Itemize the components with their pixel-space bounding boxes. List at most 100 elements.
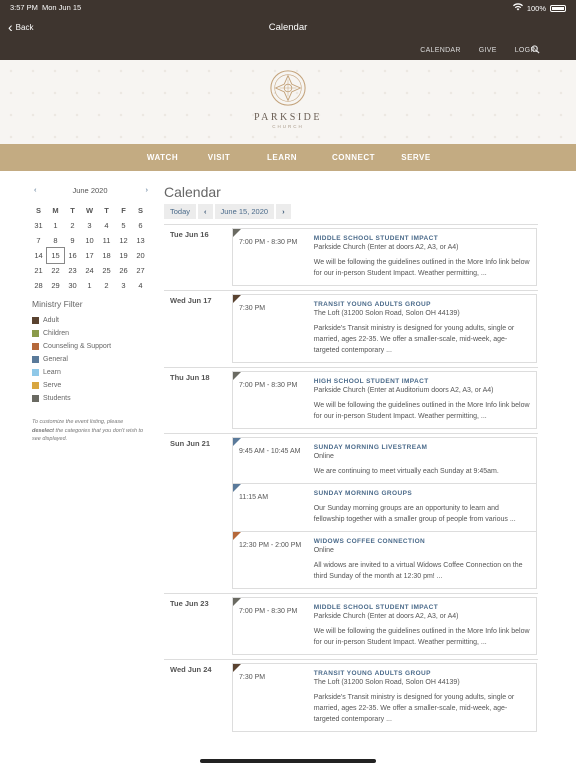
mini-calendar-day[interactable]: 5 (115, 218, 132, 233)
nav-serve[interactable]: SERVE (389, 144, 444, 171)
event-name[interactable]: MIDDLE SCHOOL STUDENT IMPACT (314, 235, 530, 242)
mini-calendar-day[interactable]: 18 (98, 248, 115, 263)
weekday-header: S (137, 206, 143, 215)
event-card[interactable]: 7:00 PM - 8:30 PM MIDDLE SCHOOL STUDENT I… (232, 597, 537, 655)
filter-item-label: Serve (43, 382, 62, 389)
event-name[interactable]: TRANSIT YOUNG ADULTS GROUP (314, 670, 530, 677)
status-date: Mon Jun 15 (42, 3, 82, 12)
event-name[interactable]: SUNDAY MORNING LIVESTREAM (314, 444, 530, 451)
prev-date-button[interactable]: ‹ (198, 204, 213, 219)
mini-calendar-day[interactable]: 7 (30, 233, 47, 248)
event-info: TRANSIT YOUNG ADULTS GROUP The Loft (3120… (314, 670, 530, 725)
mini-calendar-day[interactable]: 13 (132, 233, 149, 248)
event-card[interactable]: 11:15 AM SUNDAY MORNING GROUPS Our Sunday … (232, 484, 537, 532)
filter-item[interactable]: Adult (32, 314, 111, 327)
mini-calendar-day[interactable]: 11 (98, 233, 115, 248)
nav-visit[interactable]: VISIT (193, 144, 246, 171)
mini-calendar-day[interactable]: 24 (81, 263, 98, 278)
weekday-header: T (70, 206, 75, 215)
site-utility-bar: CALENDAR GIVE LOGIN (0, 40, 576, 60)
day-group: Wed Jun 24 7:30 PM TRANSIT YOUNG ADULTS GR… (164, 659, 538, 732)
event-name[interactable]: TRANSIT YOUNG ADULTS GROUP (314, 301, 530, 308)
filter-item[interactable]: General (32, 353, 111, 366)
mini-calendar-day[interactable]: 23 (64, 263, 81, 278)
mini-calendar-day[interactable]: 2 (64, 218, 81, 233)
mini-calendar-day[interactable]: 21 (30, 263, 47, 278)
day-label: Wed Jun 24 (170, 665, 212, 674)
category-swatch (32, 395, 39, 402)
event-location: The Loft (31200 Solon Road, Solon OH 441… (313, 679, 460, 686)
day-group: Thu Jun 18 7:00 PM - 8:30 PM HIGH SCHOOL S… (164, 367, 538, 429)
church-logo-icon[interactable] (269, 69, 307, 107)
mini-calendar-day[interactable]: 10 (81, 233, 98, 248)
mini-calendar-day[interactable]: 20 (132, 248, 149, 263)
mini-calendar-day[interactable]: 22 (47, 263, 64, 278)
event-card[interactable]: 7:30 PM TRANSIT YOUNG ADULTS GROUP The Lof… (232, 294, 537, 363)
mini-calendar-day[interactable]: 28 (30, 278, 47, 293)
weekday-header: M (52, 206, 59, 215)
site-header: PARKSIDE CHURCH (0, 60, 576, 144)
mini-calendar-header: ‹ June 2020 › (30, 185, 150, 199)
event-name[interactable]: MIDDLE SCHOOL STUDENT IMPACT (314, 604, 530, 611)
event-time: 7:00 PM - 8:30 PM (239, 239, 298, 246)
mini-calendar-day[interactable]: 4 (132, 278, 149, 293)
filter-item[interactable]: Learn (32, 366, 111, 379)
mini-calendar-day[interactable]: 31 (30, 218, 47, 233)
mini-calendar-day[interactable]: 29 (47, 278, 64, 293)
link-calendar[interactable]: CALENDAR (420, 47, 461, 54)
mini-calendar-day[interactable]: 8 (47, 233, 64, 248)
mini-calendar-day[interactable]: 3 (81, 218, 98, 233)
date-picker-button[interactable]: June 15, 2020 (214, 204, 275, 219)
filter-item[interactable]: Students (32, 392, 111, 405)
event-card[interactable]: 9:45 AM - 10:45 AM SUNDAY MORNING LIVESTR… (232, 437, 537, 484)
nav-learn[interactable]: LEARN (246, 144, 319, 171)
mini-calendar-day[interactable]: 17 (81, 248, 98, 263)
nav-watch[interactable]: WATCH (133, 144, 193, 171)
nav-connect[interactable]: CONNECT (319, 144, 389, 171)
event-card[interactable]: 7:00 PM - 8:30 PM HIGH SCHOOL STUDENT IMP… (232, 371, 537, 429)
filter-item[interactable]: Children (32, 327, 111, 340)
mini-calendar-day[interactable]: 16 (64, 248, 81, 263)
event-info: MIDDLE SCHOOL STUDENT IMPACT Parkside Chu… (314, 604, 530, 648)
weekday-header: T (104, 206, 109, 215)
filter-item[interactable]: Counseling & Support (32, 340, 111, 353)
link-give[interactable]: GIVE (479, 47, 497, 54)
event-time: 9:45 AM - 10:45 AM (239, 448, 301, 455)
event-name[interactable]: HIGH SCHOOL STUDENT IMPACT (314, 378, 530, 385)
mini-calendar-day[interactable]: 4 (98, 218, 115, 233)
event-description: We are continuing to meet virtually each… (313, 468, 499, 475)
event-card[interactable]: 12:30 PM - 2:00 PM WIDOWS COFFEE CONNECTI… (232, 532, 537, 589)
mini-calendar-day-selected[interactable]: 15 (46, 247, 65, 264)
mini-calendar-day[interactable]: 1 (81, 278, 98, 293)
category-corner (233, 438, 241, 446)
event-location: Parkside Church (Enter at doors A2, A3, … (313, 244, 459, 251)
event-time: 7:00 PM - 8:30 PM (239, 608, 298, 615)
category-corner (233, 229, 241, 237)
mini-calendar-day[interactable]: 9 (64, 233, 81, 248)
mini-calendar-day[interactable]: 6 (132, 218, 149, 233)
mini-calendar-day[interactable]: 30 (64, 278, 81, 293)
mini-calendar-day[interactable]: 2 (98, 278, 115, 293)
today-button[interactable]: Today (164, 204, 197, 219)
event-card[interactable]: 7:30 PM TRANSIT YOUNG ADULTS GROUP The Lof… (232, 663, 537, 732)
search-icon[interactable] (531, 45, 540, 54)
mini-calendar-day[interactable]: 1 (47, 218, 64, 233)
filter-item[interactable]: Serve (32, 379, 111, 392)
event-name[interactable]: WIDOWS COFFEE CONNECTION (314, 538, 530, 545)
mini-calendar-day[interactable]: 19 (115, 248, 132, 263)
event-time: 7:30 PM (239, 674, 266, 681)
wifi-icon (512, 3, 523, 13)
next-date-button[interactable]: › (276, 204, 291, 219)
mini-calendar-day[interactable]: 25 (98, 263, 115, 278)
category-swatch (32, 356, 39, 363)
mini-calendar-day[interactable]: 26 (115, 263, 132, 278)
next-month-icon[interactable]: › (146, 185, 149, 194)
mini-calendar-day[interactable]: 27 (132, 263, 149, 278)
category-swatch (32, 343, 39, 350)
mini-calendar-day[interactable]: 3 (115, 278, 132, 293)
event-card[interactable]: 7:00 PM - 8:30 PM MIDDLE SCHOOL STUDENT I… (232, 228, 537, 286)
event-name[interactable]: SUNDAY MORNING GROUPS (314, 490, 530, 497)
mini-calendar-day[interactable]: 12 (115, 233, 132, 248)
day-group: Wed Jun 17 7:30 PM TRANSIT YOUNG ADULTS GR… (164, 290, 538, 363)
mini-calendar-day[interactable]: 14 (30, 248, 47, 263)
